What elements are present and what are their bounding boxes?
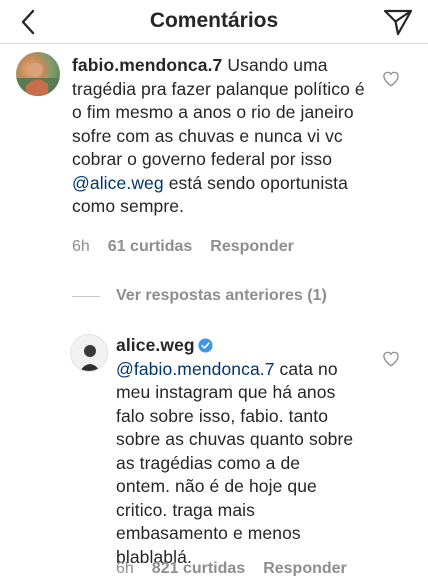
- avatar[interactable]: [16, 52, 60, 96]
- divider-line: [72, 295, 100, 297]
- comment-text: alice.weg @fabio.mendonca.7 cata no meu i…: [116, 334, 356, 569]
- comment-time: 6h: [72, 238, 90, 255]
- avatar-photo-icon: [80, 345, 100, 371]
- like-count[interactable]: 61 curtidas: [108, 238, 192, 255]
- avatar-photo-icon: [16, 63, 60, 96]
- comment-meta: 6h 821 curtidas Responder: [116, 560, 365, 576]
- comment-text: fabio.mendonca.7 Usando uma tragédia pra…: [72, 54, 372, 219]
- comment-time: 6h: [116, 560, 134, 576]
- like-button[interactable]: [382, 350, 400, 368]
- page-title: Comentários: [149, 9, 279, 32]
- mention-link[interactable]: @alice.weg: [72, 173, 164, 193]
- reply-button[interactable]: Responder: [263, 560, 347, 576]
- comment-username[interactable]: alice.weg: [116, 335, 195, 355]
- comment-body: cata no meu instagram que há anos falo s…: [116, 358, 354, 567]
- reply-button[interactable]: Responder: [210, 238, 294, 255]
- comment-meta: 6h 61 curtidas Responder: [72, 238, 312, 256]
- view-replies-label: Ver respostas anteriores (1): [116, 287, 327, 304]
- avatar[interactable]: [70, 334, 108, 372]
- direct-send-icon: [383, 9, 413, 36]
- direct-send-button[interactable]: [380, 4, 416, 40]
- heart-icon: [383, 71, 399, 87]
- comment-username[interactable]: fabio.mendonca.7: [72, 55, 222, 75]
- like-button[interactable]: [382, 70, 400, 88]
- heart-icon: [383, 351, 399, 367]
- like-count[interactable]: 821 curtidas: [152, 560, 245, 576]
- view-previous-replies[interactable]: Ver respostas anteriores (1): [72, 287, 327, 305]
- header-bar: Comentários: [0, 0, 428, 44]
- mention-link[interactable]: @fabio.mendonca.7: [116, 359, 275, 379]
- verified-badge-icon: [198, 338, 213, 353]
